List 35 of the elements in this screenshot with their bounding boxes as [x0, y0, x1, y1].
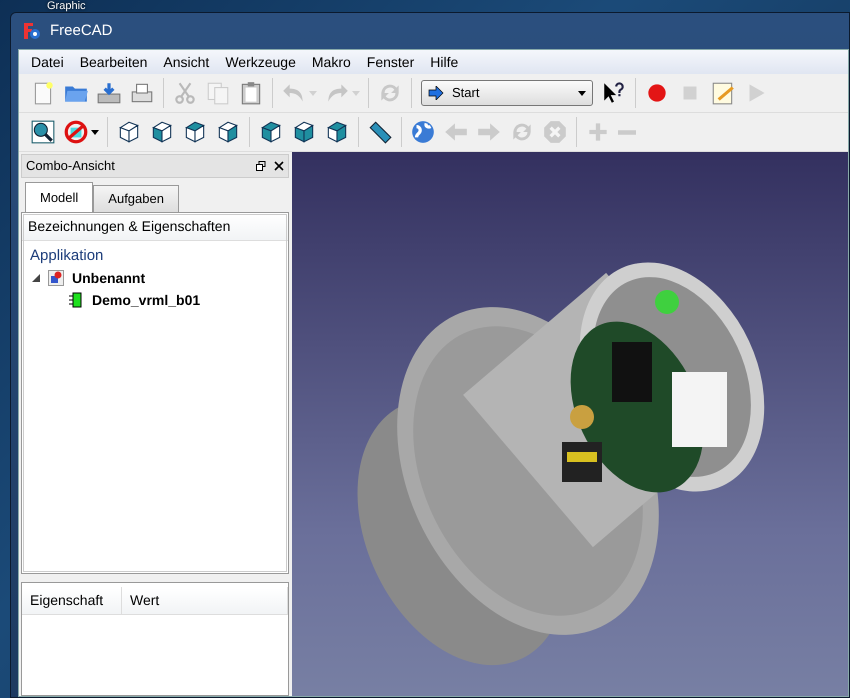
magnifier-icon: [30, 119, 56, 145]
column-header[interactable]: Eigenschaft: [22, 587, 122, 614]
close-icon[interactable]: [274, 161, 284, 171]
right-arrow-icon: [428, 86, 444, 100]
float-icon[interactable]: [256, 161, 266, 171]
menu-item[interactable]: Bearbeiten: [72, 48, 156, 76]
app-logo-icon: [22, 21, 42, 41]
no-entry-cube-icon: [63, 119, 89, 145]
cancel-icon: [542, 119, 568, 145]
dock-title: Combo-Ansicht: [26, 157, 115, 176]
menu-item[interactable]: Hilfe: [422, 48, 466, 76]
menu-item[interactable]: Fenster: [358, 48, 422, 76]
copy-icon: [205, 80, 231, 106]
notepad-pencil-icon: [710, 80, 736, 106]
menu-item[interactable]: Werkzeuge: [217, 48, 304, 76]
globe-icon: [410, 119, 436, 145]
window-title: FreeCAD: [50, 20, 113, 41]
panel-tab[interactable]: Aufgaben: [93, 185, 179, 212]
document-icon: [48, 270, 64, 286]
caret-icon: [578, 90, 586, 96]
menu-item[interactable]: Ansicht: [155, 48, 218, 76]
panel-tab[interactable]: Modell: [25, 182, 94, 212]
ruler-icon: [367, 119, 393, 145]
menu-item[interactable]: Makro: [304, 48, 359, 76]
menu-item[interactable]: Datei: [23, 48, 72, 76]
3d-viewport[interactable]: [292, 152, 848, 696]
tree-item-label[interactable]: Demo_vrml_b01: [92, 290, 200, 310]
column-header[interactable]: Wert: [122, 587, 288, 614]
expanded-arrow-icon[interactable]: [32, 274, 40, 282]
workbench-dropdown[interactable]: Start: [421, 80, 593, 106]
mesh-icon: [68, 292, 84, 308]
tree-item-label[interactable]: Unbenannt: [72, 268, 146, 288]
desktop-icon-label[interactable]: Graphic: [47, 0, 86, 12]
tree-root-label: Applikation: [29, 246, 104, 266]
minus-icon: [618, 130, 636, 134]
